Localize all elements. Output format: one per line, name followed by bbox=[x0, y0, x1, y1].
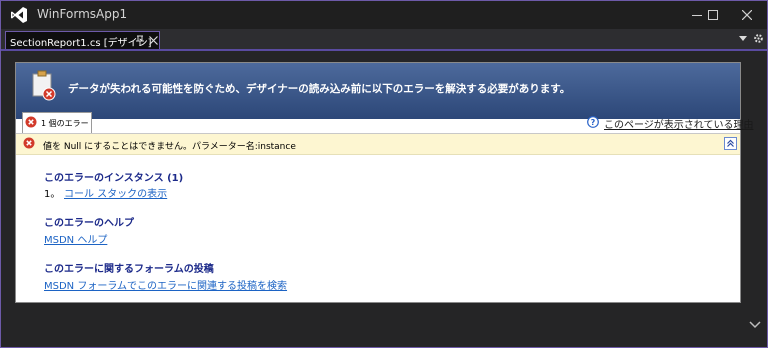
title-bar: WinFormsApp1 bbox=[1, 1, 767, 29]
error-banner: データが失われる可能性を防ぐため、デザイナーの読み込み前に以下のエラーを解決する… bbox=[16, 63, 740, 119]
close-icon bbox=[742, 10, 752, 20]
error-message: 値を Null にすることはできません。パラメーター名:instance bbox=[43, 142, 296, 152]
svg-text:?: ? bbox=[591, 118, 596, 127]
instance-number: 1。 bbox=[44, 189, 61, 200]
forum-heading: このエラーに関するフォーラムの投稿 bbox=[44, 264, 214, 275]
why-page-shown-link[interactable]: このページが表示されている理由 bbox=[604, 116, 754, 131]
instances-heading: このエラーのインスタンス (1) bbox=[44, 173, 184, 184]
error-count-label: 1 個のエラー bbox=[41, 119, 89, 128]
show-call-stack-link[interactable]: コール スタックの表示 bbox=[64, 185, 167, 200]
designer-document-area: データが失われる可能性を防ぐため、デザイナーの読み込み前に以下のエラーを解決する… bbox=[1, 51, 767, 347]
banner-message: データが失われる可能性を防ぐため、デザイナーの読み込み前に以下のエラーを解決する… bbox=[68, 83, 571, 95]
double-chevron-up-icon bbox=[727, 139, 734, 147]
tab-label: SectionReport1.cs [デザイン] bbox=[10, 38, 152, 49]
msdn-help-link[interactable]: MSDN ヘルプ bbox=[44, 231, 107, 246]
document-tab-strip: SectionReport1.cs [デザイン] bbox=[1, 29, 767, 51]
pin-icon[interactable] bbox=[135, 35, 145, 47]
help-icon: ? bbox=[587, 116, 599, 128]
tab-section-report-designer[interactable]: SectionReport1.cs [デザイン] bbox=[5, 31, 160, 49]
gear-icon[interactable] bbox=[753, 33, 764, 44]
msdn-forum-search-link[interactable]: MSDN フォーラムでこのエラーに関連する投稿を検索 bbox=[44, 277, 287, 292]
error-icon bbox=[25, 116, 37, 128]
error-message-bar: 値を Null にすることはできません。パラメーター名:instance bbox=[16, 133, 740, 155]
maximize-icon bbox=[708, 10, 718, 20]
designer-error-panel: データが失われる可能性を防ぐため、デザイナーの読み込み前に以下のエラーを解決する… bbox=[15, 62, 754, 303]
help-heading: このエラーのヘルプ bbox=[44, 218, 134, 229]
app-window: WinFormsApp1 SectionReport1.cs [デザイン] デー… bbox=[0, 0, 768, 348]
dropdown-icon[interactable] bbox=[739, 36, 747, 42]
error-icon bbox=[23, 137, 35, 149]
close-icon[interactable] bbox=[149, 36, 158, 45]
tab-error-count[interactable]: 1 個のエラー bbox=[22, 112, 92, 133]
visual-studio-logo-icon bbox=[11, 7, 27, 23]
maximize-button[interactable] bbox=[697, 1, 729, 29]
clipboard-error-icon bbox=[32, 70, 56, 101]
close-button[interactable] bbox=[731, 1, 763, 29]
collapse-button[interactable] bbox=[724, 137, 737, 150]
window-title: WinFormsApp1 bbox=[37, 7, 128, 21]
scroll-down-icon[interactable] bbox=[749, 320, 761, 330]
